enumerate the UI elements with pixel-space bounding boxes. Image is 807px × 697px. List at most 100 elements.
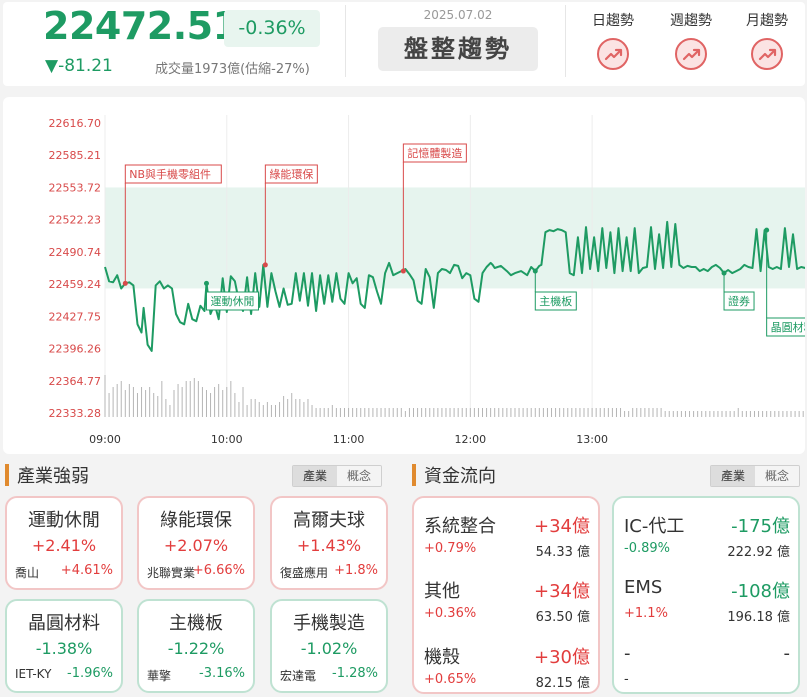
weekly-trend-label: 週趨勢 [670,13,712,29]
divider [565,5,566,77]
industry-strength-header: 產業強弱 產業 概念 [5,462,400,488]
annotation-label: 綠能環保 [269,167,313,181]
y-tick-label: 22364.77 [49,375,102,388]
change-percent-badge: -0.36% [224,10,320,47]
trend-status-label: 盤整趨勢 [378,27,538,71]
fund-flow-row[interactable]: 系統整合 +34億 +0.79% 54.33 億 [414,512,598,572]
tab-industry[interactable]: 產業 [293,466,337,486]
flow-change: +0.65% [424,672,477,687]
flow-change: +0.36% [424,606,477,621]
flow-amount: +30億 [534,647,590,668]
industry-card[interactable]: 主機板 -1.22% 華擎 -3.16% [137,599,255,693]
x-tick-label: 09:00 [89,433,121,446]
x-tick-label: 11:00 [333,433,365,446]
fund-flow-row[interactable]: IC-代工 -175億 -0.89% 222.92 億 [614,512,798,572]
industry-name: 手機製造 [293,613,365,634]
leading-stock-change: +1.8% [334,563,378,578]
industry-card[interactable]: 高爾夫球 +1.43% 復盛應用 +1.8% [270,496,388,590]
y-tick-label: 22616.70 [49,117,102,130]
monthly-trend[interactable]: 月趨勢 [737,10,797,70]
fundflow-tab-switch: 產業 概念 [710,465,800,487]
industry-tab-switch: 產業 概念 [292,465,382,487]
flow-turnover: 54.33 億 [535,545,590,560]
tab-industry[interactable]: 產業 [711,466,755,486]
y-tick-label: 22396.26 [49,343,102,356]
annotation-marker [203,280,209,286]
industry-name: 主機板 [169,613,223,634]
divider [345,5,346,77]
industry-change: -1.22% [167,639,225,658]
industry-change: +2.41% [31,536,97,555]
tab-concept[interactable]: 概念 [755,466,799,486]
fund-outflow-card: IC-代工 -175億 -0.89% 222.92 億 EMS -108億 +1… [612,496,800,694]
flow-turnover: 196.18 億 [727,610,790,625]
leading-stock-change: -1.28% [332,666,378,681]
index-value: 22472.51 [43,4,239,48]
flow-amount: +34億 [534,516,590,537]
leading-stock: 復盛應用 [280,566,329,580]
flow-amount: - [783,643,791,664]
industry-change: -1.02% [300,639,358,658]
annotation-label: 晶圓材料 [771,320,805,334]
leading-stock: 喬山 [15,566,40,580]
section-accent-bar [5,464,9,486]
industry-change: -1.38% [35,639,93,658]
flow-amount: -108億 [731,581,790,602]
daily-trend[interactable]: 日趨勢 [583,10,643,70]
industry-card[interactable]: 綠能環保 +2.07% 兆聯實業 +6.66% [137,496,255,590]
industry-card[interactable]: 晶圓材料 -1.38% IET-KY -1.96% [5,599,123,693]
industry-card[interactable]: 運動休閒 +2.41% 喬山 +4.61% [5,496,123,590]
fund-flow-row[interactable]: - - - [614,643,798,697]
section-accent-bar [412,464,416,486]
flow-change: +0.79% [424,541,477,556]
leading-stock: IET-KY [15,667,52,681]
trend-up-icon [751,38,783,70]
intraday-chart-svg: 22616.70 22585.21 22553.72 22522.23 22490.74… [49,115,805,446]
flow-turnover: 222.92 億 [727,545,790,560]
x-tick-label: 12:00 [454,433,486,446]
fund-flow-row[interactable]: EMS -108億 +1.1% 196.18 億 [614,577,798,637]
flow-amount: +34億 [534,581,590,602]
flow-change: - [624,672,629,687]
flow-change: -0.89% [624,541,670,556]
weekly-trend[interactable]: 週趨勢 [661,10,721,70]
industry-card[interactable]: 手機製造 -1.02% 宏達電 -1.28% [270,599,388,693]
annotation-label: 主機板 [539,294,572,308]
tab-concept[interactable]: 概念 [337,466,381,486]
flow-industry-name: 機殼 [424,647,460,668]
y-tick-label: 22585.21 [49,149,102,162]
fund-flow-title: 資金流向 [424,466,496,487]
trend-up-icon [597,38,629,70]
y-tick-label: 22522.23 [49,214,102,227]
industry-name: 綠能環保 [160,510,232,531]
flow-industry-name: EMS [624,577,663,598]
industry-name: 高爾夫球 [293,510,365,531]
industry-change: +2.07% [163,536,229,555]
intraday-chart[interactable]: 22616.70 22585.21 22553.72 22522.23 22490.74… [3,97,805,454]
industry-name: 晶圓材料 [28,613,100,634]
x-tick-label: 10:00 [211,433,243,446]
industry-name: 運動休閒 [28,510,100,531]
leading-stock-change: -3.16% [199,666,245,681]
trend-up-icon [675,38,707,70]
annotation-marker [532,268,538,274]
flow-industry-name: 其他 [424,581,460,602]
annotation-marker [122,280,128,286]
market-header: 22472.51 -0.36% ▼-81.21 成交量1973億(估縮-27%)… [3,2,805,86]
flow-industry-name: IC-代工 [624,516,685,537]
fund-flow-row[interactable]: 機殼 +30億 +0.65% 82.15 億 [414,643,598,697]
y-tick-label: 22333.28 [49,407,102,420]
leading-stock-change: +6.66% [192,563,245,578]
y-tick-label: 22459.24 [49,278,102,291]
annotation-label: 證券 [728,294,750,308]
annotation-marker [764,227,770,233]
fund-flow-row[interactable]: 其他 +34億 +0.36% 63.50 億 [414,577,598,637]
leading-stock: 兆聯實業 [147,566,196,580]
flow-industry-name: 系統整合 [424,516,496,537]
x-tick-label: 13:00 [576,433,608,446]
y-tick-label: 22553.72 [49,181,102,194]
range-band [105,187,805,289]
daily-trend-label: 日趨勢 [592,13,634,29]
annotation-label: 運動休閒 [210,294,254,308]
flow-turnover: 63.50 億 [535,610,590,625]
